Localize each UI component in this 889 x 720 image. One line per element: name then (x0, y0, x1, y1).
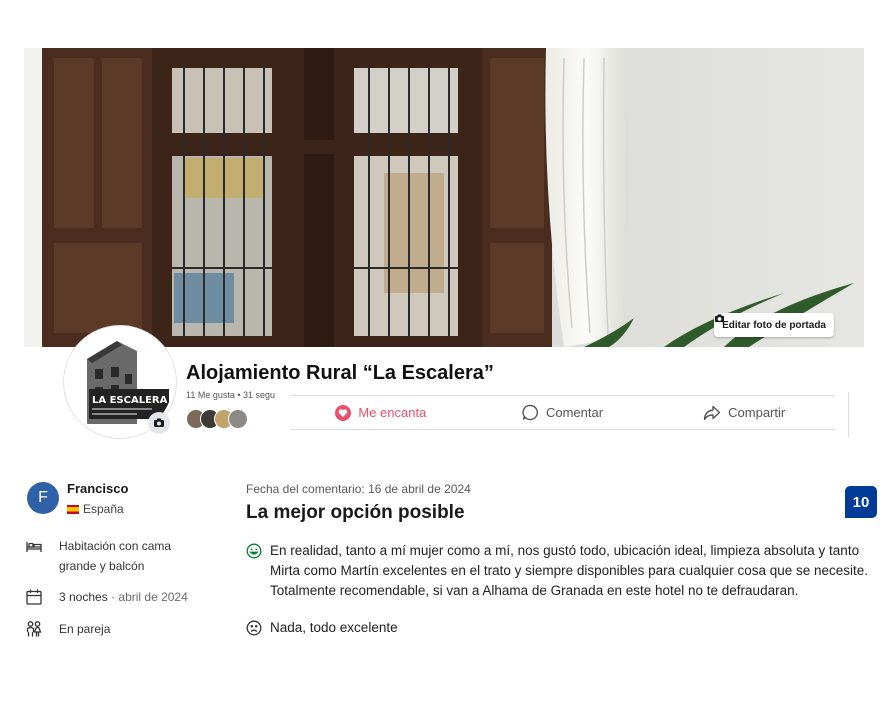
camera-icon (154, 418, 164, 427)
positive-text: En realidad, tanto a mí mujer como a mí,… (270, 543, 869, 598)
edit-cover-photo-label: Editar foto de portada (722, 319, 826, 331)
share-button[interactable]: Compartir (653, 405, 835, 421)
comment-button[interactable]: Comentar (472, 404, 654, 421)
stay-date: abril de 2024 (118, 590, 188, 604)
negative-text: Nada, todo excelente (270, 620, 398, 635)
room-type-row: Habitación con cama grande y balcón (25, 536, 189, 576)
camera-icon (715, 314, 725, 323)
traveller-row: En pareja (25, 619, 110, 639)
smile-icon (246, 543, 262, 559)
nights: 3 noches (59, 590, 108, 604)
comment-date: Fecha del comentario: 16 de abril de 202… (246, 482, 471, 496)
negative-comment: Nada, todo excelente (246, 618, 398, 638)
stay-info: 3 noches · abril de 2024 (59, 587, 188, 607)
love-button[interactable]: Me encanta (290, 404, 472, 421)
edit-cover-photo-button[interactable]: Editar foto de portada (714, 313, 834, 337)
reviewer-country-label: España (83, 502, 124, 516)
friend-avatars[interactable] (186, 409, 248, 429)
reviewer-country: España (67, 502, 124, 516)
page-action-bar: Me encanta Comentar Compartir (290, 395, 835, 430)
share-icon (703, 405, 721, 420)
stay-separator: · (111, 590, 116, 604)
friend-avatar[interactable] (228, 409, 248, 429)
svg-text:LA ESCALERA: LA ESCALERA (92, 395, 168, 406)
divider (848, 392, 849, 437)
comment-icon (522, 404, 538, 421)
cover-photo-image (24, 48, 864, 347)
heart-icon (335, 404, 352, 421)
page-title: Alojamiento Rural “La Escalera” (186, 362, 494, 384)
love-label: Me encanta (358, 405, 427, 420)
share-label: Compartir (728, 405, 786, 420)
traveller-type: En pareja (59, 622, 111, 636)
change-profile-photo-button[interactable] (148, 412, 170, 434)
likes-followers-count[interactable]: 11 Me gusta • 31 segu (186, 390, 275, 400)
reviewer-avatar: F (27, 482, 59, 514)
review-title: La mejor opción posible (246, 502, 465, 523)
frown-icon (246, 620, 262, 636)
stay-row: 3 noches · abril de 2024 (25, 587, 188, 607)
review-score-badge: 10 (845, 486, 877, 518)
cover-photo: Editar foto de portada (24, 48, 864, 347)
spain-flag-icon (67, 504, 79, 514)
comment-label: Comentar (545, 405, 604, 420)
bed-icon (26, 542, 42, 552)
positive-comment: En realidad, tanto a mí mujer como a mí,… (246, 541, 876, 601)
calendar-icon (26, 589, 42, 605)
room-type: Habitación con cama grande y balcón (59, 539, 172, 573)
couple-icon (26, 621, 42, 637)
reviewer-name: Francisco (67, 481, 129, 496)
